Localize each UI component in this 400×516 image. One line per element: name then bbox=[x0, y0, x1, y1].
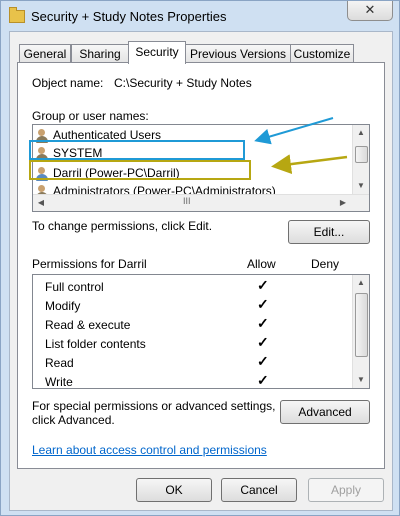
blue-arrow-icon bbox=[254, 117, 334, 145]
annotation-arrows bbox=[254, 117, 348, 175]
tab-security[interactable]: Security bbox=[128, 41, 186, 64]
olive-arrow-icon bbox=[271, 154, 348, 175]
